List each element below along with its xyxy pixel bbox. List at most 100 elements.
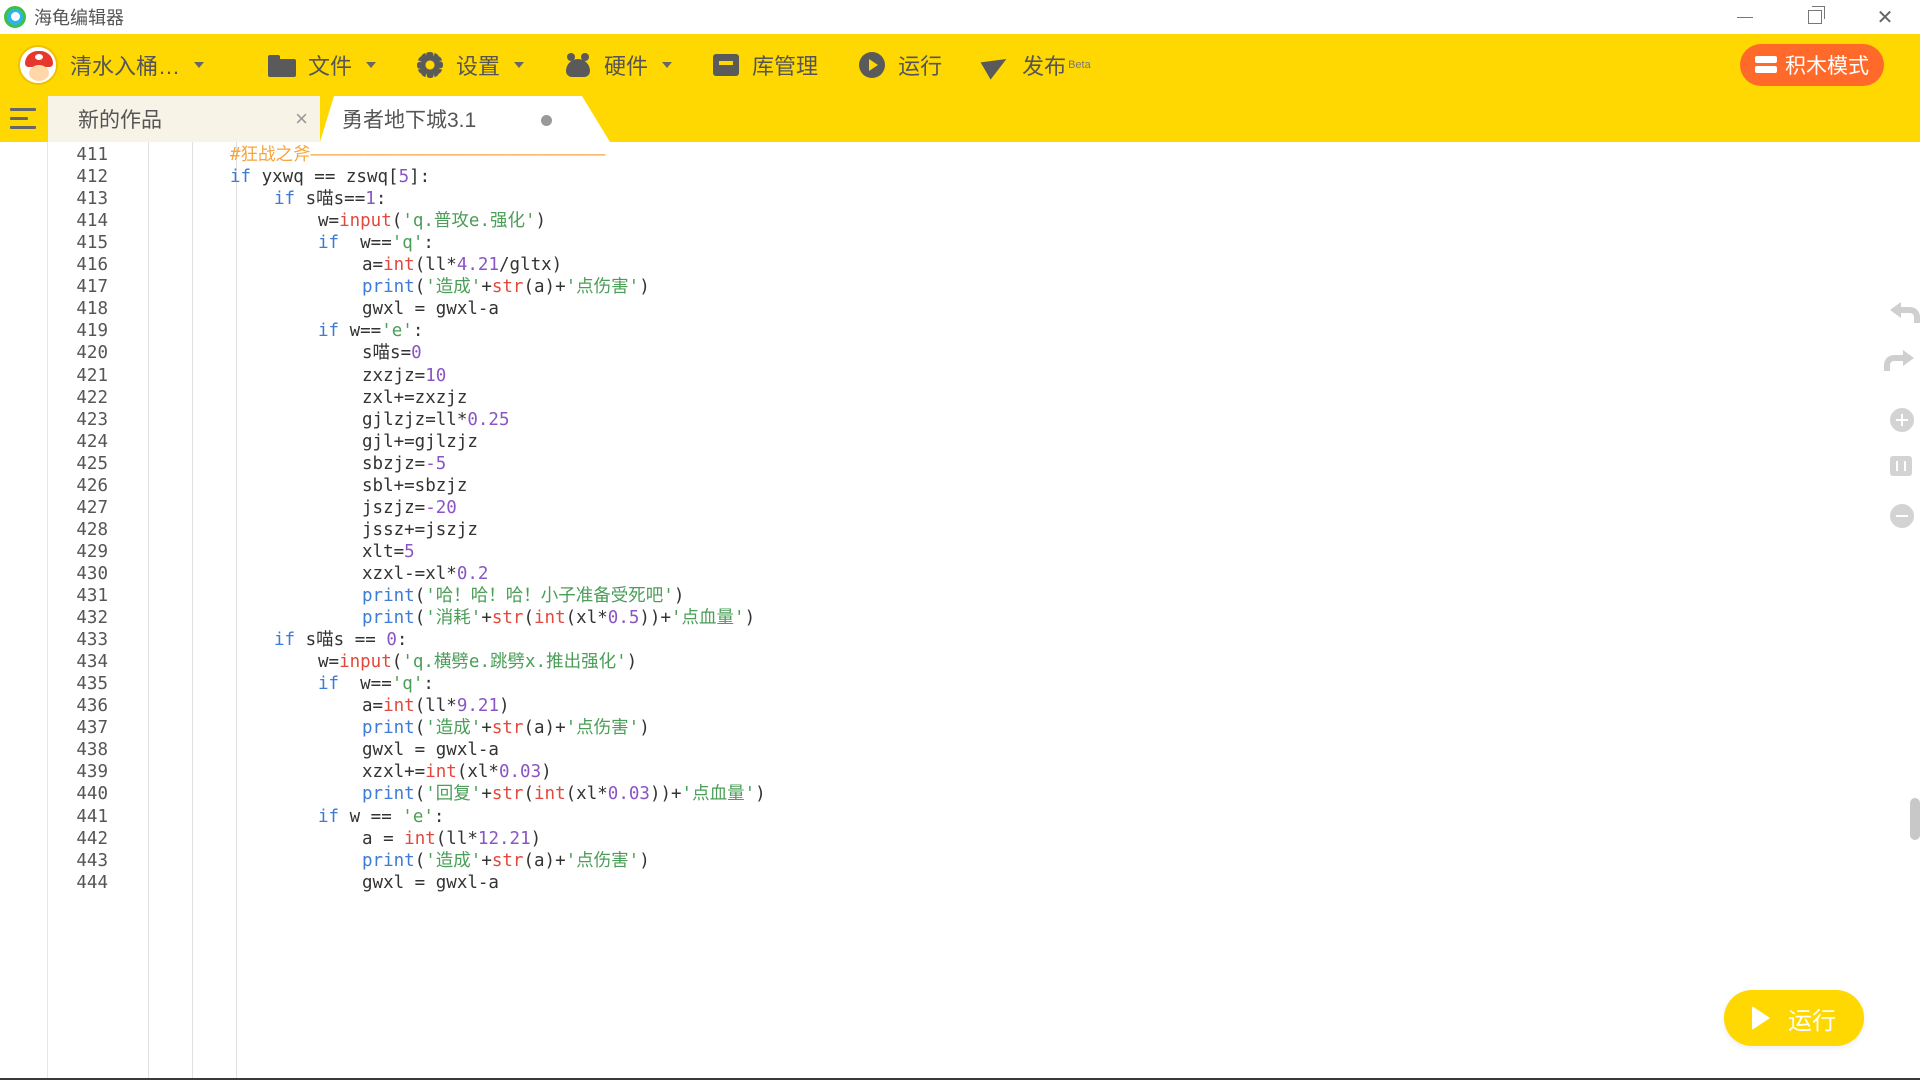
code-text: print('消耗'+str(int(xl*0.5))+'点血量')	[362, 607, 755, 629]
line-number: 441	[76, 806, 108, 827]
fit-button[interactable]	[1890, 456, 1916, 482]
code-text: #狂战之斧————————————————————————————	[230, 144, 606, 166]
code-line[interactable]: 442 a = int(ll*12.21)	[48, 828, 1848, 850]
code-line[interactable]: 431 print('哈！哈！哈！小子准备受死吧')	[48, 585, 1848, 607]
line-number: 436	[76, 696, 108, 717]
menu-icon[interactable]	[10, 108, 36, 130]
code-line[interactable]: 444 gwxl = gwxl-a	[48, 872, 1848, 894]
tab-active-file[interactable]: 勇者地下城3.1	[320, 96, 610, 142]
code-token: if	[318, 321, 340, 342]
zoom-out-button[interactable]	[1890, 504, 1916, 530]
code-token: int	[534, 608, 566, 629]
line-number: 430	[76, 563, 108, 584]
code-line[interactable]: 421 zxzjz=10	[48, 365, 1848, 387]
menu-run[interactable]: 运行	[858, 49, 942, 81]
code-token: :	[396, 630, 408, 651]
code-line[interactable]: 440 print('回复'+str(int(xl*0.03))+'点血量')	[48, 783, 1848, 805]
menu-settings[interactable]: 设置	[416, 49, 525, 81]
line-number: 420	[76, 343, 108, 364]
code-token: (	[414, 850, 426, 871]
code-token: :	[412, 321, 424, 342]
code-line[interactable]: 435 if w=='q':	[48, 673, 1848, 695]
code-token: +	[481, 850, 492, 871]
code-line[interactable]: 426 sbl+=sbzjz	[48, 475, 1848, 497]
code-line[interactable]: 430 xzxl-=xl*0.2	[48, 563, 1848, 585]
code-token: )	[639, 277, 650, 298]
editor-gutter	[0, 142, 48, 1078]
menu-hardware[interactable]: 硬件	[564, 49, 673, 81]
code-line[interactable]: 423 gjlzjz=ll*0.25	[48, 409, 1848, 431]
undo-button[interactable]	[1890, 300, 1920, 326]
code-line[interactable]: 422 zxl+=zxzjz	[48, 387, 1848, 409]
code-line[interactable]: 419 if w=='e':	[48, 320, 1848, 342]
code-line[interactable]: 441 if w == 'e':	[48, 806, 1848, 828]
code-line[interactable]: 420 s喵s=0	[48, 342, 1848, 364]
code-text: gjlzjz=ll*0.25	[362, 409, 510, 431]
code-line[interactable]: 434 w=input('q.横劈e.跳劈x.推出强化')	[48, 651, 1848, 673]
code-line[interactable]: 424 gjl+=gjlzjz	[48, 431, 1848, 453]
menu-file[interactable]: 文件	[268, 49, 377, 81]
code-token: 12.21	[477, 828, 531, 849]
menu-publish[interactable]: 发布 Beta	[980, 49, 1091, 81]
code-token: 'q.横劈e.跳劈x.推出强化'	[402, 652, 627, 673]
code-line[interactable]: 411 #狂战之斧————————————————————————————	[48, 144, 1848, 166]
code-token: a =	[362, 828, 405, 849]
tab-new-work[interactable]: 新的作品 ×	[48, 96, 320, 142]
code-line[interactable]: 443 print('造成'+str(a)+'点伤害')	[48, 850, 1848, 872]
code-token: gwxl = gwxl-a	[362, 872, 499, 893]
zoom-in-button[interactable]	[1890, 408, 1916, 434]
line-number: 437	[76, 718, 108, 739]
code-token: w==	[339, 674, 392, 695]
code-line[interactable]: 433 if s喵s == 0:	[48, 629, 1848, 651]
close-window-button[interactable]: ✕	[1850, 0, 1920, 34]
code-line[interactable]: 432 print('消耗'+str(int(xl*0.5))+'点血量')	[48, 607, 1848, 629]
run-button[interactable]: 运行	[1724, 990, 1864, 1046]
code-token: print	[362, 608, 415, 629]
code-line[interactable]: 428 jssz+=jszjz	[48, 519, 1848, 541]
redo-button[interactable]	[1884, 348, 1916, 374]
code-token: xzxl-=xl*	[362, 563, 457, 584]
minimize-button[interactable]	[1710, 0, 1780, 34]
code-token: )	[673, 586, 685, 606]
code-token: (	[391, 652, 403, 673]
code-line[interactable]: 427 jszjz=-20	[48, 497, 1848, 519]
code-token: zxzjz=	[362, 365, 426, 386]
code-token: print	[362, 277, 415, 298]
block-mode-button[interactable]: 积木模式	[1740, 44, 1884, 86]
code-text: if yxwq == zswq[5]:	[230, 166, 430, 188]
code-line[interactable]: 413 if s喵s==1:	[48, 188, 1848, 210]
vertical-scrollbar[interactable]	[1910, 798, 1920, 840]
restore-button[interactable]	[1780, 0, 1850, 34]
code-line[interactable]: 415 if w=='q':	[48, 232, 1848, 254]
code-line[interactable]: 417 print('造成'+str(a)+'点伤害')	[48, 276, 1848, 298]
code-area[interactable]: 411 #狂战之斧———————————————————————————— 412 i…	[48, 142, 1878, 1078]
user-menu[interactable]: 清水入桶…	[18, 45, 268, 85]
code-token: w==	[339, 321, 382, 342]
code-token: w ==	[339, 806, 403, 827]
menu-settings-label: 设置	[456, 54, 501, 79]
close-icon: ✕	[1876, 6, 1894, 29]
code-token: :	[423, 674, 434, 695]
code-line[interactable]: 429 xlt=5	[48, 541, 1848, 563]
code-line[interactable]: 418 gwxl = gwxl-a	[48, 298, 1848, 320]
code-line[interactable]: 416 a=int(ll*4.21/gltx)	[48, 254, 1848, 276]
code-line[interactable]: 439 xzxl+=int(xl*0.03)	[48, 761, 1848, 783]
code-token: print	[362, 784, 415, 805]
code-line[interactable]: 438 gwxl = gwxl-a	[48, 739, 1848, 761]
code-line[interactable]: 437 print('造成'+str(a)+'点伤害')	[48, 717, 1848, 739]
code-token: '点血量'	[671, 608, 745, 629]
code-token: s喵s==	[295, 189, 366, 210]
code-token: :	[375, 189, 387, 210]
code-line[interactable]: 425 sbzjz=-5	[48, 453, 1848, 475]
code-editor[interactable]: 411 #狂战之斧———————————————————————————— 412 i…	[0, 142, 1920, 1078]
unsaved-dot-icon[interactable]	[541, 115, 552, 126]
zoom-in-icon	[1890, 408, 1914, 432]
code-line[interactable]: 412 if yxwq == zswq[5]:	[48, 166, 1848, 188]
code-token: print	[362, 718, 415, 739]
code-token: str	[491, 608, 524, 629]
code-line[interactable]: 436 a=int(ll*9.21)	[48, 695, 1848, 717]
code-token: 0	[386, 630, 397, 651]
menu-library[interactable]: 库管理	[712, 49, 818, 81]
close-tab-icon[interactable]: ×	[295, 106, 308, 132]
code-line[interactable]: 414 w=input('q.普攻e.强化')	[48, 210, 1848, 232]
